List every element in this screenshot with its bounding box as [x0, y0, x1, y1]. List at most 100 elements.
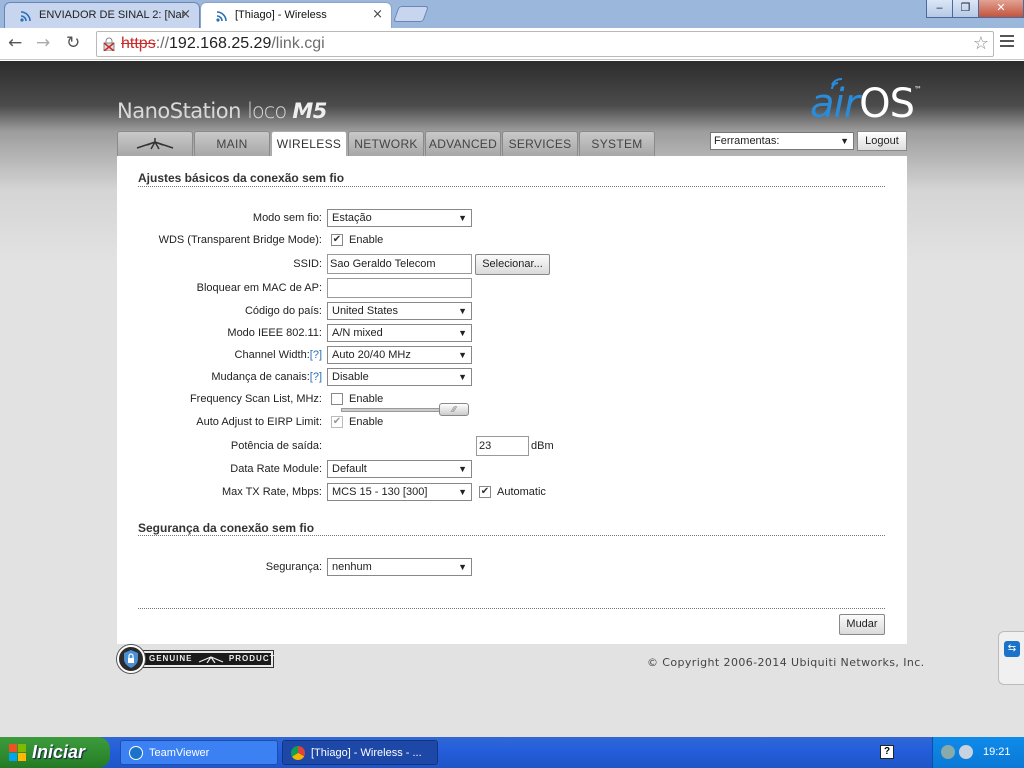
- teamviewer-side-tab[interactable]: ⇆: [998, 631, 1024, 685]
- tab-close-icon[interactable]: ×: [180, 7, 191, 22]
- wireless-settings-panel: Ajustes básicos da conexão sem fio Modo …: [117, 156, 907, 644]
- tab-close-icon[interactable]: ×: [372, 7, 383, 22]
- chevron-down-icon: ▼: [458, 213, 467, 223]
- channel-width-help-link[interactable]: [?]: [310, 349, 322, 361]
- url-host: 192.168.25.29: [169, 35, 272, 52]
- browser-titlebar: ENVIADOR DE SINAL 2: [Nar × [Thiago] - W…: [0, 0, 1024, 28]
- teamviewer-icon: [129, 746, 143, 760]
- browser-menu-icon[interactable]: [1000, 35, 1014, 49]
- channel-width-label: Channel Width:[?]: [234, 349, 322, 361]
- reload-button[interactable]: ↻: [66, 33, 80, 53]
- tab-network[interactable]: NETWORK: [348, 131, 424, 156]
- tools-select[interactable]: Ferramentas: ▼: [710, 132, 854, 150]
- close-window-button[interactable]: ✕: [978, 0, 1024, 18]
- section-divider: [138, 186, 885, 187]
- minimize-button[interactable]: ‒: [926, 0, 953, 18]
- country-select[interactable]: United States ▼: [327, 302, 472, 320]
- output-power-slider[interactable]: [341, 408, 445, 412]
- tab-title: ENVIADOR DE SINAL 2: [Nar: [39, 9, 186, 21]
- select-ssid-button[interactable]: Selecionar...: [475, 254, 550, 275]
- country-label: Código do país:: [244, 305, 322, 317]
- chrome-icon: [291, 746, 305, 760]
- channel-shift-select[interactable]: Disable ▼: [327, 368, 472, 386]
- section-divider: [138, 535, 885, 536]
- ubiquiti-logo-icon: [136, 138, 174, 150]
- freq-scan-checkbox[interactable]: [331, 393, 343, 405]
- freq-scan-label: Frequency Scan List, MHz:: [189, 393, 322, 405]
- mac-lock-input[interactable]: [327, 278, 472, 298]
- taskbar-item-teamviewer[interactable]: TeamViewer: [120, 740, 278, 765]
- data-rate-select[interactable]: Default ▼: [327, 460, 472, 478]
- chevron-down-icon: ▼: [840, 136, 849, 146]
- wireless-favicon-icon: [216, 11, 227, 22]
- logout-button[interactable]: Logout: [857, 131, 907, 151]
- forward-button[interactable]: →: [36, 33, 50, 53]
- ieee-mode-label: Modo IEEE 802.11:: [227, 327, 322, 339]
- data-rate-label: Data Rate Module:: [230, 463, 322, 475]
- insecure-lock-icon: [103, 37, 115, 51]
- airos-page: NanoStation loco M5 airOS™ MAIN WIRELESS…: [0, 61, 1024, 737]
- max-tx-select[interactable]: MCS 15 - 130 [300] ▼: [327, 483, 472, 501]
- url-separator: ://: [155, 35, 170, 52]
- help-icon[interactable]: ?: [880, 745, 894, 759]
- taskbar-item-chrome[interactable]: [Thiago] - Wireless - ...: [282, 740, 438, 765]
- tab-main[interactable]: MAIN: [194, 131, 270, 156]
- wds-label: WDS (Transparent Bridge Mode):: [158, 234, 322, 246]
- channel-width-select[interactable]: Auto 20/40 MHz ▼: [327, 346, 472, 364]
- section-title-basic: Ajustes básicos da conexão sem fio: [138, 171, 345, 185]
- output-power-input[interactable]: 23: [476, 436, 529, 456]
- ssid-input[interactable]: Sao Geraldo Telecom: [327, 254, 472, 274]
- chevron-down-icon: ▼: [458, 328, 467, 338]
- teamviewer-icon: ⇆: [1004, 641, 1020, 657]
- freq-scan-enable-label: Enable: [349, 393, 384, 405]
- tab-advanced[interactable]: ADVANCED: [425, 131, 501, 156]
- chevron-down-icon: ▼: [458, 372, 467, 382]
- start-button[interactable]: Iniciar: [0, 737, 110, 768]
- browser-toolbar: ← → ↻ https://192.168.25.29/link.cgi ☆: [0, 28, 1024, 60]
- output-power-slider-handle[interactable]: ⁄⁄⁄: [439, 403, 469, 416]
- airos-logo: airOS™: [810, 81, 922, 127]
- system-tray: 19:21: [932, 737, 1024, 768]
- taskbar: Iniciar TeamViewer [Thiago] - Wireless -…: [0, 737, 1024, 768]
- tab-ubiquiti-home[interactable]: [117, 131, 193, 156]
- browser-tab-wireless[interactable]: [Thiago] - Wireless ×: [200, 2, 392, 28]
- ieee-mode-select[interactable]: A/N mixed ▼: [327, 324, 472, 342]
- chevron-down-icon: ▼: [458, 350, 467, 360]
- wireless-favicon-icon: [20, 11, 31, 22]
- ssid-label: SSID:: [293, 258, 322, 270]
- max-tx-automatic-checkbox[interactable]: ✔: [479, 486, 491, 498]
- network-icon[interactable]: [941, 745, 955, 759]
- address-bar[interactable]: https://192.168.25.29/link.cgi ☆: [96, 31, 994, 57]
- bookmark-star-icon[interactable]: ☆: [973, 32, 989, 56]
- maximize-button[interactable]: ❐: [952, 0, 979, 18]
- clock: 19:21: [983, 746, 1011, 758]
- chevron-down-icon: ▼: [458, 562, 467, 572]
- tab-system[interactable]: SYSTEM: [579, 131, 655, 156]
- chevron-down-icon: ▼: [458, 464, 467, 474]
- wds-checkbox[interactable]: ✔: [331, 234, 343, 246]
- security-label: Segurança:: [265, 561, 322, 573]
- output-power-label: Potência de saída:: [230, 440, 322, 452]
- airos-waves-icon: [831, 77, 843, 90]
- ubiquiti-logo-icon: [198, 656, 223, 664]
- windows-flag-icon: [9, 744, 27, 762]
- security-icon[interactable]: [959, 745, 973, 759]
- chevron-down-icon: ▼: [458, 487, 467, 497]
- wireless-mode-select[interactable]: Estação ▼: [327, 209, 472, 227]
- channel-shift-label: Mudança de canais:[?]: [211, 371, 322, 383]
- change-button[interactable]: Mudar: [839, 614, 885, 635]
- max-tx-label: Max TX Rate, Mbps:: [221, 486, 322, 498]
- auto-eirp-checkbox[interactable]: ✔: [331, 416, 343, 428]
- wireless-mode-label: Modo sem fio:: [252, 212, 322, 224]
- new-tab-button[interactable]: [393, 6, 429, 22]
- max-tx-automatic-label: Automatic: [497, 486, 546, 498]
- url-path: /link.cgi: [271, 35, 325, 52]
- copyright-text: © Copyright 2006-2014 Ubiquiti Networks,…: [647, 656, 925, 669]
- channel-shift-help-link[interactable]: [?]: [310, 371, 322, 383]
- security-select[interactable]: nenhum ▼: [327, 558, 472, 576]
- back-button[interactable]: ←: [8, 33, 22, 53]
- wds-enable-label: Enable: [349, 234, 384, 246]
- tab-services[interactable]: SERVICES: [502, 131, 578, 156]
- browser-tab-enviador[interactable]: ENVIADOR DE SINAL 2: [Nar ×: [4, 2, 200, 28]
- tab-wireless[interactable]: WIRELESS: [271, 131, 347, 157]
